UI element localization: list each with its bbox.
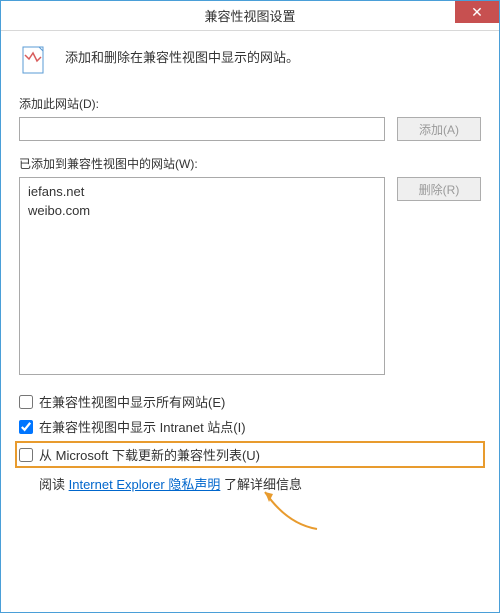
privacy-line: 阅读 Internet Explorer 隐私声明 了解详细信息 bbox=[19, 470, 481, 493]
check-show-all-label: 在兼容性视图中显示所有网站(E) bbox=[39, 392, 225, 411]
add-site-label: 添加此网站(D): bbox=[19, 95, 481, 112]
privacy-suffix: 了解详细信息 bbox=[220, 477, 302, 492]
privacy-link[interactable]: Internet Explorer 隐私声明 bbox=[69, 477, 221, 492]
add-site-row: 添加(A) bbox=[19, 117, 481, 141]
list-button-column: 删除(R) bbox=[397, 177, 481, 375]
dialog-content: 添加和删除在兼容性视图中显示的网站。 添加此网站(D): 添加(A) 已添加到兼… bbox=[1, 31, 499, 507]
add-site-input[interactable] bbox=[19, 117, 385, 141]
checkbox-show-intranet[interactable] bbox=[19, 420, 33, 434]
close-icon: ✕ bbox=[471, 4, 483, 21]
add-button[interactable]: 添加(A) bbox=[397, 117, 481, 141]
list-item[interactable]: iefans.net bbox=[28, 182, 376, 201]
checkbox-show-all[interactable] bbox=[19, 395, 33, 409]
dialog-window: 兼容性视图设置 ✕ 添加和删除在兼容性视图中显示的网站。 添加此网站(D): 添… bbox=[0, 0, 500, 613]
check-download-ms[interactable]: 从 Microsoft 下载更新的兼容性列表(U) bbox=[15, 441, 485, 468]
check-show-all[interactable]: 在兼容性视图中显示所有网站(E) bbox=[19, 389, 481, 414]
description-text: 添加和删除在兼容性视图中显示的网站。 bbox=[65, 45, 299, 66]
checkbox-group: 在兼容性视图中显示所有网站(E) 在兼容性视图中显示 Intranet 站点(I… bbox=[19, 389, 481, 493]
checkbox-download-ms[interactable] bbox=[19, 448, 33, 462]
titlebar: 兼容性视图设置 ✕ bbox=[1, 1, 499, 31]
close-button[interactable]: ✕ bbox=[455, 1, 499, 23]
remove-button[interactable]: 删除(R) bbox=[397, 177, 481, 201]
site-list-row: iefans.net weibo.com 删除(R) bbox=[19, 177, 481, 375]
check-show-intranet-label: 在兼容性视图中显示 Intranet 站点(I) bbox=[39, 417, 246, 436]
site-list-label: 已添加到兼容性视图中的网站(W): bbox=[19, 155, 481, 172]
list-item[interactable]: weibo.com bbox=[28, 201, 376, 220]
window-title: 兼容性视图设置 bbox=[204, 6, 295, 25]
site-listbox[interactable]: iefans.net weibo.com bbox=[19, 177, 385, 375]
header-row: 添加和删除在兼容性视图中显示的网站。 bbox=[19, 45, 481, 77]
check-show-intranet[interactable]: 在兼容性视图中显示 Intranet 站点(I) bbox=[19, 414, 481, 439]
compat-view-icon bbox=[19, 45, 51, 77]
check-download-ms-label: 从 Microsoft 下载更新的兼容性列表(U) bbox=[39, 445, 260, 464]
privacy-prefix: 阅读 bbox=[39, 477, 69, 492]
